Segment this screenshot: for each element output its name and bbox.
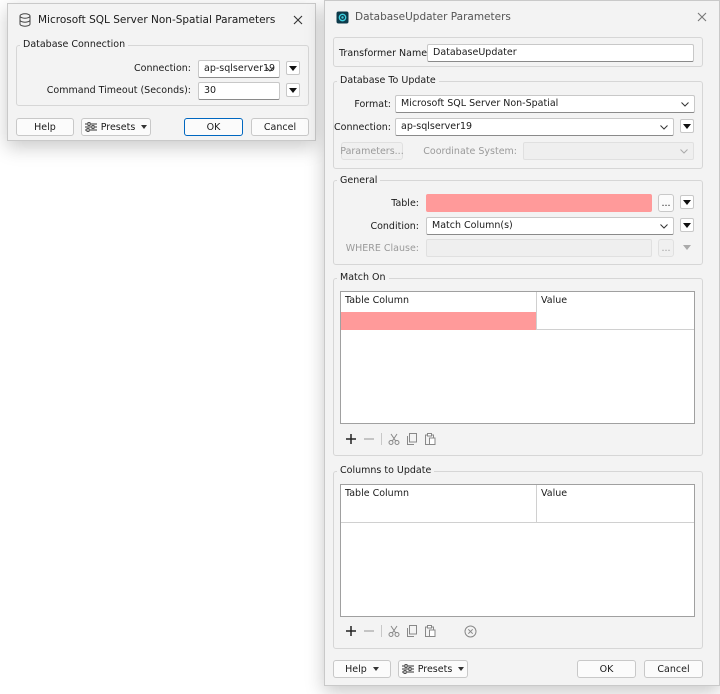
copy-icon[interactable] [403,431,421,447]
ok-button[interactable]: OK [577,660,636,678]
presets-button[interactable]: Presets [398,660,468,678]
table-label: Table: [391,198,419,209]
table-column-header[interactable]: Table Column [341,292,537,312]
match-on-label: Match On [337,272,389,283]
help-button[interactable]: Help [333,660,391,678]
minus-icon[interactable] [360,623,378,639]
connection-select[interactable]: ap-sqlserver19 [198,60,280,78]
connection-menu-button[interactable] [286,61,300,75]
triangle-down-icon [683,123,691,129]
plus-icon[interactable] [342,431,360,447]
triangle-down-icon [683,199,691,205]
triangle-down-icon [289,87,297,93]
condition-menu-button[interactable] [680,218,694,232]
ok-button[interactable]: OK [184,118,243,136]
table-input[interactable] [426,194,652,212]
chevron-down-icon [659,220,669,232]
triangle-down-icon [683,244,691,250]
cancel-button[interactable]: Cancel [251,118,309,136]
plus-icon[interactable] [342,623,360,639]
command-timeout-input[interactable]: 30 [198,82,280,100]
small-dialog-title: Microsoft SQL Server Non-Spatial Paramet… [38,14,276,26]
main-dialog-title: DatabaseUpdater Parameters [355,11,511,23]
db-connection-label: Connection: [334,122,391,133]
match-on-table: Table Column Value [340,291,695,424]
db-connection-select[interactable]: ap-sqlserver19 [395,118,674,136]
small-dialog-titlebar: Microsoft SQL Server Non-Spatial Paramet… [8,4,315,36]
chevron-down-icon [265,63,275,75]
database-updater-parameters-dialog: DatabaseUpdater Parameters Transformer N… [324,0,720,686]
connection-label: Connection: [134,63,191,74]
value-header[interactable]: Value [537,292,694,312]
match-on-toolbar [342,431,439,447]
columns-to-update-table-header: Table Column Value [341,485,694,505]
paste-icon[interactable] [421,623,439,639]
command-timeout-menu-button[interactable] [286,83,300,97]
where-clause-browse-button[interactable]: ... [658,239,674,257]
paste-icon[interactable] [421,431,439,447]
cancel-button[interactable]: Cancel [644,660,703,678]
table-menu-button[interactable] [680,195,694,209]
where-clause-input[interactable] [426,239,652,257]
triangle-down-icon [289,65,297,71]
database-to-update-label: Database To Update [337,75,439,86]
parameters-button[interactable]: Parameters... [340,142,404,160]
coordinate-system-label: Coordinate System: [423,146,517,157]
table-column-cell[interactable] [341,505,537,523]
general-label: General [337,175,381,186]
table-column-cell[interactable] [341,312,537,330]
presets-button[interactable]: Presets [81,118,151,136]
cut-icon[interactable] [385,431,403,447]
minus-icon[interactable] [360,431,378,447]
columns-to-update-table: Table Column Value [340,484,695,617]
presets-icon [84,122,97,132]
presets-icon [401,664,414,674]
condition-select[interactable]: Match Column(s) [426,217,674,235]
columns-to-update-toolbar [342,623,479,639]
db-connection-menu-button[interactable] [680,119,694,133]
where-clause-menu-button[interactable] [680,240,694,254]
database-connection-label: Database Connection [20,39,129,50]
command-timeout-label: Command Timeout (Seconds): [46,85,191,96]
format-label: Format: [354,99,391,110]
clear-circle-icon[interactable] [461,623,479,639]
caret-down-icon [141,125,148,129]
chevron-down-icon [659,121,669,133]
value-cell[interactable] [537,312,694,330]
chevron-down-icon [679,145,689,157]
where-clause-label: WHERE Clause: [345,243,419,254]
coordinate-system-select[interactable] [523,142,694,160]
format-select[interactable]: Microsoft SQL Server Non-Spatial [395,95,695,113]
value-cell[interactable] [537,505,694,523]
database-icon [18,13,32,27]
transformer-icon [335,10,349,24]
cut-icon[interactable] [385,623,403,639]
sql-server-parameters-dialog: Microsoft SQL Server Non-Spatial Paramet… [7,3,316,141]
close-icon[interactable] [691,7,713,27]
copy-icon[interactable] [403,623,421,639]
table-column-header[interactable]: Table Column [341,485,537,505]
columns-to-update-label: Columns to Update [337,465,435,476]
value-header[interactable]: Value [537,485,694,505]
help-button[interactable]: Help [16,118,74,136]
table-row[interactable] [341,312,694,330]
caret-down-icon [372,667,379,671]
chevron-down-icon [680,98,690,110]
condition-label: Condition: [370,221,419,232]
table-row[interactable] [341,505,694,523]
format-select-value: Microsoft SQL Server Non-Spatial [401,98,559,109]
triangle-down-icon [683,222,691,228]
close-icon[interactable] [287,10,309,30]
caret-down-icon [458,667,465,671]
transformer-name-input[interactable]: DatabaseUpdater [427,44,694,62]
db-connection-select-value: ap-sqlserver19 [401,121,473,132]
main-dialog-titlebar: DatabaseUpdater Parameters [325,1,719,33]
table-browse-button[interactable]: ... [658,194,674,212]
condition-select-value: Match Column(s) [432,220,513,231]
transformer-name-label: Transformer Name: [339,48,431,59]
match-on-table-header: Table Column Value [341,292,694,312]
